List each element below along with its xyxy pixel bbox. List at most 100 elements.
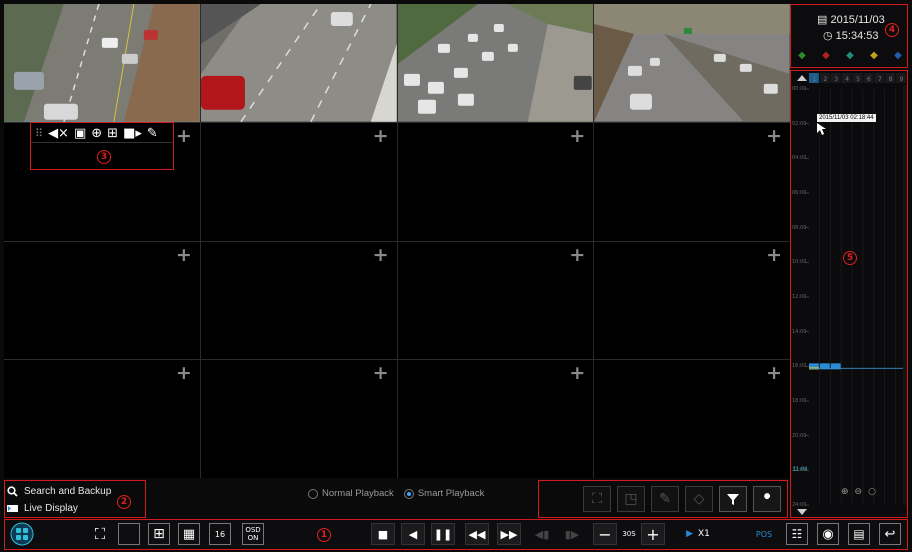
exit-button[interactable]: ↩ xyxy=(879,523,901,545)
zoom-reset-icon[interactable]: ○ xyxy=(868,487,876,497)
timeline-channel-number: 4 xyxy=(845,76,849,83)
video-channel-1[interactable] xyxy=(4,4,200,122)
video-channel-13[interactable]: + xyxy=(4,360,200,478)
video-channel-11[interactable]: + xyxy=(397,241,594,360)
video-channel-7[interactable]: + xyxy=(397,122,594,241)
filter-icon xyxy=(727,494,739,505)
filter-button[interactable] xyxy=(719,486,747,512)
time-value: 15:34:53 xyxy=(835,30,879,42)
add-camera-icon[interactable]: + xyxy=(176,126,192,146)
add-camera-icon[interactable]: + xyxy=(766,245,782,265)
fast-forward-icon: ▶▶ xyxy=(500,527,518,541)
layout-9-button[interactable]: ▦ xyxy=(178,523,200,545)
drag-handle-icon[interactable]: ⠿ xyxy=(35,126,43,142)
fast-forward-button[interactable]: ▶▶ xyxy=(497,523,521,545)
edit-icon[interactable]: ✎ xyxy=(147,126,158,142)
timeline-hour-label: 20:00 xyxy=(792,432,807,439)
pos-button[interactable]: POS xyxy=(751,523,777,545)
video-channel-3[interactable] xyxy=(397,4,594,122)
add-camera-icon[interactable]: + xyxy=(176,245,192,265)
area-select-button[interactable]: ◳ xyxy=(617,486,645,512)
add-camera-icon[interactable]: + xyxy=(766,364,782,383)
add-camera-icon[interactable]: + xyxy=(176,364,192,383)
video-channel-9[interactable]: + xyxy=(4,241,200,360)
zoom-out-icon[interactable]: ⊖ xyxy=(855,487,863,497)
highway-feed-1 xyxy=(4,4,200,122)
fullscreen-area-button[interactable]: ⛶ xyxy=(583,486,611,512)
next-frame-button[interactable]: ▮▶ xyxy=(561,523,583,545)
add-camera-icon[interactable]: + xyxy=(373,126,389,146)
search-icon xyxy=(7,486,18,497)
event-list-button[interactable]: ☷ xyxy=(786,523,808,545)
event-filter-red-icon[interactable]: ◆ xyxy=(819,49,833,63)
smart-playback-option[interactable]: Smart Playback xyxy=(403,488,484,499)
area-select-icon: ◳ xyxy=(624,491,638,507)
zoom-icon[interactable]: ⊕ xyxy=(91,126,102,142)
timeline-hour-label: 24:00 xyxy=(792,502,807,508)
layout-16-button[interactable]: 16 xyxy=(209,523,231,545)
event-filter-teal-icon[interactable]: ◆ xyxy=(843,49,857,63)
zoom-in-icon[interactable]: ⊕ xyxy=(841,487,849,497)
video-channel-12[interactable]: + xyxy=(594,241,790,360)
video-channel-10[interactable]: + xyxy=(200,241,397,360)
normal-playback-radio[interactable] xyxy=(308,488,318,499)
video-channel-2[interactable] xyxy=(200,4,397,122)
date-display[interactable]: ▤ 2015/11/03 xyxy=(817,13,885,26)
add-camera-icon[interactable]: + xyxy=(569,126,585,146)
video-channel-15[interactable]: + xyxy=(397,360,594,478)
interval-decrease-button[interactable]: − xyxy=(593,523,617,545)
add-camera-icon[interactable]: + xyxy=(373,364,389,383)
video-channel-6[interactable]: + xyxy=(200,122,397,241)
playback-timeline[interactable]: 1 2 3 4 5 6 7 8 9 11:04 00:00 02:00 04:00 06:00 08:00… xyxy=(790,70,908,518)
channel-toolbar: ⠿ ◀× ▣ ⊕ ⊞ ■▸ ✎ 3 xyxy=(30,122,174,170)
record-icon[interactable]: ■▸ xyxy=(123,126,142,142)
main-menu-button[interactable] xyxy=(9,522,35,546)
dvr-playback-screen: + + + + + + + + + + + + ⠿ ◀× ▣ ⊕ ⊞ ■▸ ✎ … xyxy=(0,0,912,552)
playback-mode-selector: Normal Playback Smart Playback xyxy=(308,488,484,499)
add-camera-icon[interactable]: + xyxy=(569,245,585,265)
add-camera-icon[interactable]: + xyxy=(373,245,389,265)
speed-indicator: ▶ X1 xyxy=(681,523,715,545)
smart-playback-radio[interactable] xyxy=(403,488,414,499)
diamond-area-button[interactable]: ◇ xyxy=(685,486,713,512)
diamond-icon: ◇ xyxy=(693,491,705,507)
interval-increase-button[interactable]: + xyxy=(641,523,665,545)
wrench-icon xyxy=(763,493,771,504)
timeline-hour-label: 06:00 xyxy=(792,190,807,196)
event-filter-blue-icon[interactable]: ◆ xyxy=(891,49,905,63)
draw-line-button[interactable]: ✎ xyxy=(651,486,679,512)
rewind-button[interactable]: ◀◀ xyxy=(465,523,489,545)
fullscreen-button[interactable]: ⛶ xyxy=(89,523,111,545)
event-filter-yellow-icon[interactable]: ◆ xyxy=(867,49,881,63)
prev-frame-button[interactable]: ◀▮ xyxy=(531,523,553,545)
reverse-play-button[interactable]: ◀ xyxy=(401,523,425,545)
timeline-hour-label: 10:00 xyxy=(792,259,807,266)
quad-screen-icon: ⊞ xyxy=(153,526,165,542)
timeline-hour-label: 22:00 xyxy=(792,467,807,474)
time-display: ◷ 15:34:53 xyxy=(823,30,879,42)
stop-button[interactable]: ■ xyxy=(371,523,395,545)
timeline-channel-number: 6 xyxy=(867,76,871,83)
add-camera-icon[interactable]: + xyxy=(766,126,782,146)
video-channel-8[interactable]: + xyxy=(594,122,790,241)
video-channel-16[interactable]: + xyxy=(594,360,790,478)
add-camera-icon[interactable]: + xyxy=(569,364,585,383)
tag-icon[interactable]: ⊞ xyxy=(107,126,118,142)
pause-button[interactable]: ❚❚ xyxy=(431,523,455,545)
osd-toggle-button[interactable]: OSD ON xyxy=(242,523,264,545)
normal-playback-option[interactable]: Normal Playback xyxy=(308,488,394,499)
event-filter-green-icon[interactable]: ◆ xyxy=(795,49,809,63)
audio-icon[interactable]: ◀× xyxy=(48,126,69,142)
settings-button[interactable] xyxy=(753,486,781,512)
scroll-down-arrow xyxy=(797,509,807,515)
backup-button[interactable]: ▤ xyxy=(848,523,870,545)
timeline-hour-label: 14:00 xyxy=(792,328,807,335)
layout-1-button[interactable] xyxy=(118,523,140,545)
video-channel-14[interactable]: + xyxy=(200,360,397,478)
stop-icon: ■ xyxy=(377,527,389,541)
annotation-marker: 1 xyxy=(317,528,331,542)
video-channel-4[interactable] xyxy=(594,4,790,122)
camera-button[interactable]: ◉ xyxy=(817,523,839,545)
layout-4-button[interactable]: ⊞ xyxy=(148,523,170,545)
snapshot-icon[interactable]: ▣ xyxy=(74,126,86,142)
